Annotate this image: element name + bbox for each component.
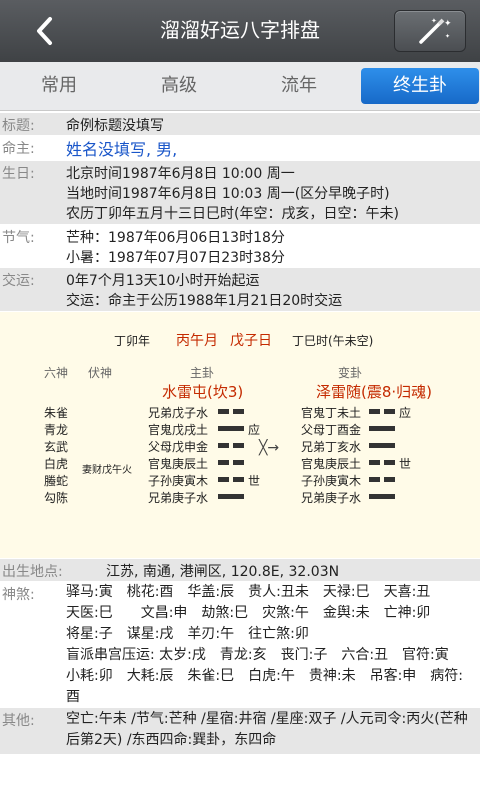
hour-pillar: 丁巳时(午未空) bbox=[292, 334, 374, 348]
shensha-row: 神煞: 驿马:寅 桃花:酉 华盖:辰 贵人:丑未 天禄:巳 天喜:丑 天医:巳 … bbox=[0, 582, 480, 706]
main-yin-line bbox=[218, 460, 229, 465]
changed-yin-line bbox=[384, 409, 395, 414]
solar-term-line: 芒种：1987年06月06日13时18分 bbox=[66, 230, 285, 246]
fushen-header: 伏神 bbox=[88, 366, 113, 380]
tab-yearly[interactable]: 流年 bbox=[240, 68, 358, 104]
month-pillar: 丙午月 bbox=[176, 333, 218, 349]
changed-yang-line bbox=[369, 426, 395, 431]
main-line-marker: 应 bbox=[248, 423, 261, 437]
changed-yin-line bbox=[369, 409, 380, 414]
other-row: 其他: 空亡:午未 /节气:芒种 /星宿:井宿 /星座:双子 /人元司令:丙火(… bbox=[0, 708, 480, 754]
main-yin-line bbox=[218, 477, 229, 482]
liushen-label: 螣蛇 bbox=[44, 474, 69, 488]
main-yang-line bbox=[218, 426, 244, 431]
main-line-label: 官鬼戊戌土 bbox=[148, 423, 209, 437]
liushen-label: 朱雀 bbox=[44, 406, 69, 420]
solar-term-line: 小暑：1987年07月07日23时38分 bbox=[66, 250, 285, 266]
solar-term-row: 节气: 芒种：1987年06月06日13时18分 小暑：1987年07月07日2… bbox=[0, 225, 480, 267]
liushen-label: 勾陈 bbox=[44, 491, 69, 505]
shensha-line: 驿马:寅 桃花:酉 华盖:辰 贵人:丑未 天禄:巳 天喜:丑 bbox=[66, 584, 431, 600]
changed-hexagram-header: 变卦 bbox=[338, 366, 363, 380]
main-line-label: 兄弟戊子水 bbox=[148, 406, 209, 420]
luck-start-line: 交运：命主于公历1988年1月21日20时交运 bbox=[66, 293, 343, 309]
tab-bar: 常用 高级 流年 终生卦 bbox=[0, 62, 480, 111]
liushen-label: 玄武 bbox=[44, 440, 69, 454]
luck-start-line: 0年7个月13天10小时开始起运 bbox=[66, 273, 260, 289]
owner-label: 命主: bbox=[2, 141, 35, 157]
other-value: 空亡:午未 /节气:芒种 /星宿:井宿 /星座:双子 /人元司令:丙火(芒种后第… bbox=[66, 711, 468, 748]
shensha-list: 驿马:寅 桃花:酉 华盖:辰 贵人:丑未 天禄:巳 天喜:丑 天医:巳 文昌:申… bbox=[66, 582, 476, 708]
magic-wand-icon: ✦ ✦ ✦ bbox=[419, 17, 452, 44]
changed-line-label: 兄弟庚子水 bbox=[301, 491, 362, 505]
birthday-row: 生日: 北京时间1987年6月8日 10:00 周一 当地时间1987年6月8日… bbox=[0, 161, 480, 224]
changed-line-label: 官鬼庚辰土 bbox=[301, 457, 362, 471]
magic-wand-button[interactable]: ✦ ✦ ✦ bbox=[394, 10, 466, 52]
liushen-label: 白虎 bbox=[44, 457, 69, 471]
liushen-label: 青龙 bbox=[44, 423, 69, 437]
changed-yin-line bbox=[384, 460, 395, 465]
svg-text:✦: ✦ bbox=[445, 33, 450, 40]
luck-start-label: 交运: bbox=[2, 273, 35, 289]
changed-yang-line bbox=[369, 494, 395, 499]
changed-line-label: 官鬼丁未土 bbox=[301, 406, 362, 420]
main-line-label: 官鬼庚辰土 bbox=[148, 457, 209, 471]
changed-yang-line bbox=[369, 443, 395, 448]
moving-line-mark: ╳→ bbox=[259, 440, 280, 456]
main-hexagram-header: 主卦 bbox=[190, 366, 215, 380]
changed-yin-line bbox=[369, 460, 380, 465]
other-label: 其他: bbox=[2, 713, 35, 729]
changed-line-label: 子孙庚寅木 bbox=[301, 474, 362, 488]
main-yin-line bbox=[233, 460, 244, 465]
changed-line-marker: 应 bbox=[399, 406, 412, 420]
hexagram-chart: 丁卯年 丙午月 戊子日 丁巳时(午未空) 六神 伏神 主卦 变卦 水雷屯(坎3)… bbox=[0, 312, 480, 558]
changed-hexagram-name: 泽雷随(震8·归魂) bbox=[316, 383, 433, 401]
title-value: 命例标题没填写 bbox=[66, 118, 164, 134]
main-line-label: 兄弟庚子水 bbox=[148, 491, 209, 505]
main-yin-line bbox=[218, 443, 229, 448]
main-line-marker: 世 bbox=[248, 474, 261, 488]
owner-row: 命主: 姓名没填写, 男, bbox=[0, 136, 480, 160]
title-label: 标题: bbox=[2, 118, 35, 134]
birthday-line: 当地时间1987年6月8日 10:03 周一(区分早晚子时) bbox=[66, 186, 390, 202]
title-bar: 溜溜好运八字排盘 ✦ ✦ ✦ bbox=[0, 0, 480, 62]
svg-text:✦: ✦ bbox=[444, 19, 452, 29]
changed-line-label: 父母丁酉金 bbox=[301, 423, 362, 437]
day-pillar: 戊子日 bbox=[230, 333, 272, 349]
main-yang-line bbox=[218, 494, 244, 499]
birthday-label: 生日: bbox=[2, 166, 35, 182]
birthplace-label: 出生地点: bbox=[2, 564, 63, 580]
main-yin-line bbox=[233, 409, 244, 414]
main-yin-line bbox=[218, 409, 229, 414]
year-pillar: 丁卯年 bbox=[114, 334, 151, 348]
birthplace-row: 出生地点: 江苏, 南通, 港闸区, 120.8E, 32.03N bbox=[0, 559, 480, 581]
shensha-line: 将星:子 谋星:戌 羊刃:午 往亡煞:卯 bbox=[66, 626, 309, 642]
shensha-line: 盲派串宫压运: 太岁:戌 青龙:亥 丧门:子 六合:丑 官符:寅 小耗:卯 大耗… bbox=[66, 647, 464, 705]
changed-line-label: 兄弟丁亥水 bbox=[301, 440, 362, 454]
main-yin-line bbox=[233, 477, 244, 482]
changed-line-marker: 世 bbox=[399, 457, 412, 471]
main-yin-line bbox=[233, 443, 244, 448]
svg-text:✦: ✦ bbox=[431, 17, 437, 25]
solar-term-label: 节气: bbox=[2, 230, 35, 246]
changed-yin-line bbox=[369, 477, 380, 482]
hidden-spirit-note: 妻财戊午火 bbox=[82, 465, 132, 476]
main-line-label: 父母戊申金 bbox=[148, 440, 209, 454]
liushen-header: 六神 bbox=[44, 366, 69, 380]
luck-start-row: 交运: 0年7个月13天10小时开始起运 交运：命主于公历1988年1月21日2… bbox=[0, 268, 480, 311]
shensha-label: 神煞: bbox=[2, 587, 35, 603]
main-line-label: 子孙庚寅木 bbox=[148, 474, 209, 488]
title-row: 标题: 命例标题没填写 bbox=[0, 113, 480, 135]
birthday-line: 农历丁卯年五月十三日巳时(年空：戌亥，日空：午未) bbox=[66, 206, 399, 222]
tab-common[interactable]: 常用 bbox=[0, 68, 118, 104]
tab-advanced[interactable]: 高级 bbox=[120, 68, 238, 104]
tab-lifetime-hexagram[interactable]: 终生卦 bbox=[361, 68, 479, 104]
birthplace-value: 江苏, 南通, 港闸区, 120.8E, 32.03N bbox=[106, 564, 340, 580]
birthday-line: 北京时间1987年6月8日 10:00 周一 bbox=[66, 166, 295, 182]
shensha-line: 天医:巳 文昌:申 劫煞:巳 灾煞:午 金舆:未 亡神:卯 bbox=[66, 605, 431, 621]
main-hexagram-name: 水雷屯(坎3) bbox=[162, 383, 244, 401]
owner-value: 姓名没填写, 男, bbox=[66, 140, 178, 159]
changed-yin-line bbox=[384, 477, 395, 482]
